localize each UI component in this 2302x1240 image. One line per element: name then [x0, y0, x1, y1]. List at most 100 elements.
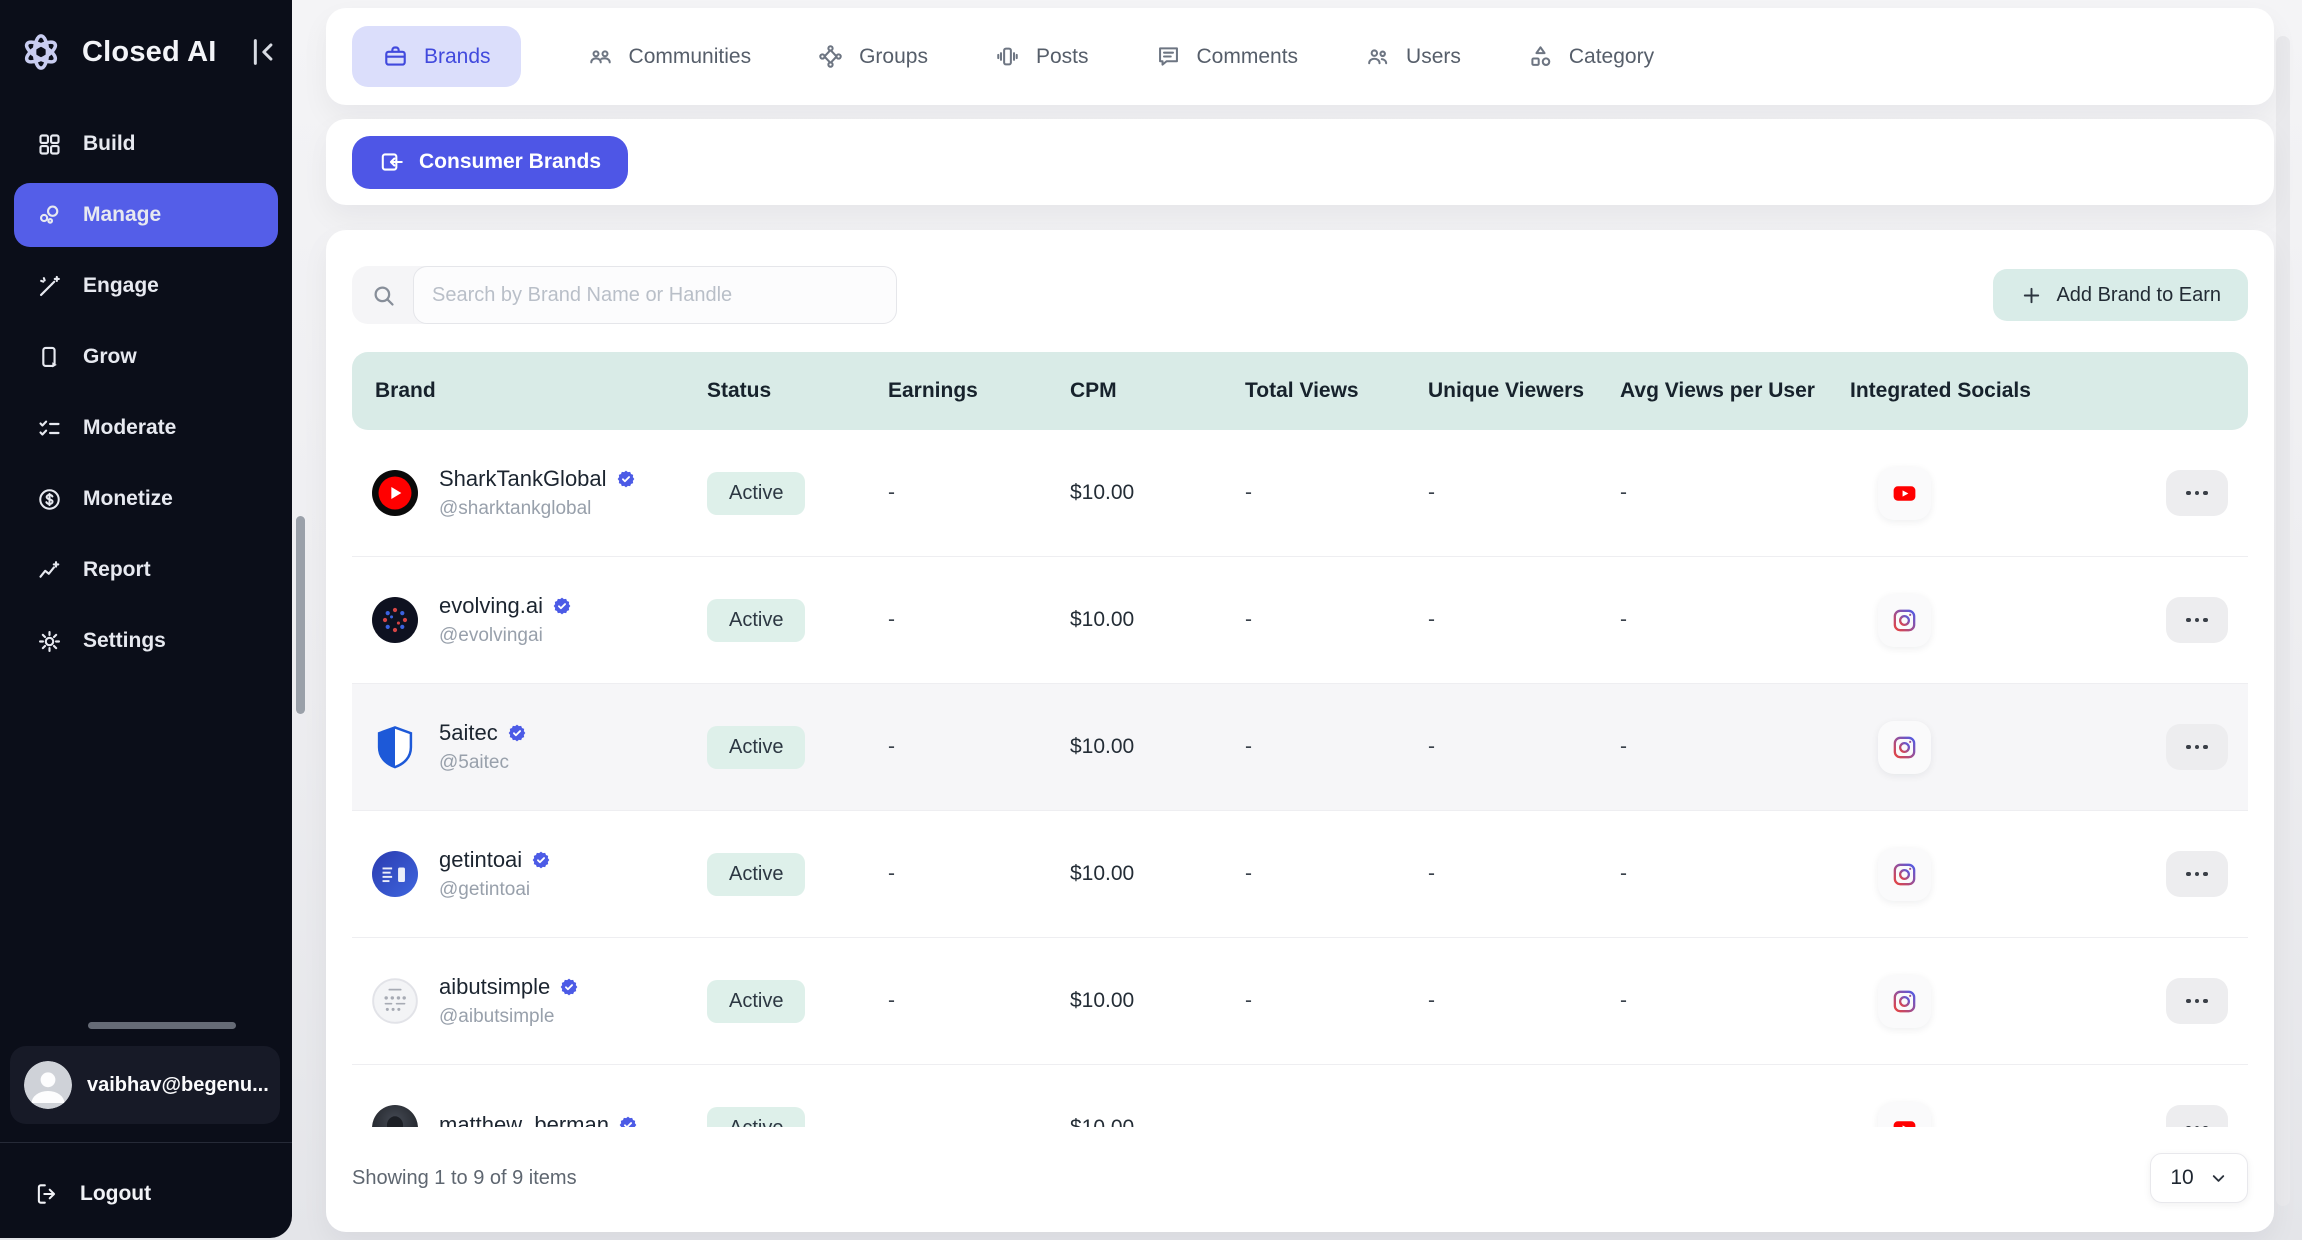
brand-name: SharkTankGlobal	[439, 466, 607, 492]
sidebar-item-build[interactable]: Build	[14, 112, 278, 176]
row-more-button[interactable]	[2166, 978, 2228, 1024]
brand-avatar-evolvingai	[372, 597, 418, 643]
tab-groups[interactable]: Groups	[817, 43, 928, 70]
briefcase-icon	[382, 43, 409, 70]
wand-icon	[36, 273, 63, 300]
total-views-value: -	[1245, 481, 1428, 505]
tab-posts[interactable]: Posts	[994, 43, 1089, 70]
brand-name: matthew_berman	[439, 1112, 609, 1127]
instagram-icon	[1878, 975, 1931, 1028]
table-header: Brand Status Earnings CPM Total Views Un…	[352, 352, 2248, 430]
entity-tabs-card: Brands Communities Groups Posts	[326, 8, 2274, 105]
logout-button[interactable]: Logout	[18, 1166, 167, 1222]
table-row[interactable]: matthew_berman Active - $10.00 - - -	[352, 1065, 2248, 1127]
instagram-icon	[1878, 848, 1931, 901]
row-more-button[interactable]	[2166, 724, 2228, 770]
sidebar-item-moderate[interactable]: Moderate	[14, 396, 278, 460]
cpm-value: $10.00	[1070, 481, 1245, 505]
instagram-icon	[1878, 594, 1931, 647]
verified-badge-icon	[559, 977, 579, 997]
checklist-icon	[36, 415, 63, 442]
avg-views-value: -	[1620, 481, 1850, 505]
row-more-button[interactable]	[2166, 851, 2228, 897]
table-row[interactable]: SharkTankGlobal @sharktankglobal Active …	[352, 430, 2248, 557]
sidebar: Closed AI Build Manage Engage	[0, 0, 292, 1238]
status-badge: Active	[707, 1107, 805, 1128]
status-badge: Active	[707, 726, 805, 769]
sidebar-item-monetize[interactable]: Monetize	[14, 467, 278, 531]
brand-handle: @aibutsimple	[439, 1006, 579, 1028]
tab-users[interactable]: Users	[1364, 43, 1461, 70]
tab-communities[interactable]: Communities	[587, 43, 752, 70]
sidebar-divider	[0, 1142, 292, 1143]
table-row[interactable]: 5aitec @5aitec Active - $10.00 - - -	[352, 684, 2248, 811]
verified-badge-icon	[507, 723, 527, 743]
sidebar-item-manage[interactable]: Manage	[14, 183, 278, 247]
add-brand-button[interactable]: Add Brand to Earn	[1993, 269, 2248, 321]
page-scrollbar-track[interactable]	[2276, 36, 2290, 1206]
verified-badge-icon	[531, 850, 551, 870]
shapes-icon	[1527, 43, 1554, 70]
earnings-value: -	[888, 481, 1070, 505]
chevron-down-icon	[2209, 1169, 2228, 1188]
col-header-status: Status	[707, 379, 888, 403]
app-title: Closed AI	[82, 36, 216, 69]
brand-name: aibutsimple	[439, 974, 550, 1000]
col-header-earnings: Earnings	[888, 379, 1070, 403]
instagram-icon	[1878, 721, 1931, 774]
row-more-button[interactable]	[2166, 1105, 2228, 1127]
comment-icon	[1155, 43, 1182, 70]
trend-icon	[36, 557, 63, 584]
brand-handle: @evolvingai	[439, 625, 572, 647]
user-email: vaibhav@begenu...	[87, 1074, 269, 1097]
page-size-select[interactable]: 10	[2150, 1153, 2248, 1203]
phone-vibrate-icon	[994, 43, 1021, 70]
verified-badge-icon	[616, 469, 636, 489]
row-more-button[interactable]	[2166, 470, 2228, 516]
dollar-icon	[36, 486, 63, 513]
brand-handle: @5aitec	[439, 752, 527, 774]
table-row[interactable]: aibutsimple @aibutsimple Active - $10.00…	[352, 938, 2248, 1065]
user-account-card[interactable]: vaibhav@begenu...	[10, 1046, 280, 1124]
brand-handle: @sharktankglobal	[439, 498, 636, 520]
tab-comments[interactable]: Comments	[1155, 43, 1299, 70]
panel-arrow-left-icon	[379, 149, 405, 175]
sidebar-collapse-icon[interactable]	[244, 35, 278, 69]
status-badge: Active	[707, 599, 805, 642]
logout-icon	[34, 1181, 60, 1207]
youtube-icon	[1878, 1102, 1931, 1128]
search-bar	[352, 266, 897, 324]
phone-play-icon	[36, 344, 63, 371]
table-row[interactable]: getintoai @getintoai Active - $10.00 - -…	[352, 811, 2248, 938]
consumer-brands-button[interactable]: Consumer Brands	[352, 136, 628, 189]
brand-avatar-getintoai	[372, 851, 418, 897]
row-more-button[interactable]	[2166, 597, 2228, 643]
filter-card: Consumer Brands	[326, 119, 2274, 205]
sidebar-item-report[interactable]: Report	[14, 538, 278, 602]
brand-avatar-youtube	[372, 470, 418, 516]
table-row[interactable]: evolving.ai @evolvingai Active - $10.00 …	[352, 557, 2248, 684]
sidebar-item-engage[interactable]: Engage	[14, 254, 278, 318]
youtube-icon	[1878, 467, 1931, 520]
diamond-nodes-icon	[817, 43, 844, 70]
tab-brands[interactable]: Brands	[352, 26, 521, 87]
search-input[interactable]	[413, 266, 897, 324]
brand-avatar-aibutsimple	[372, 978, 418, 1024]
status-badge: Active	[707, 853, 805, 896]
table-body: SharkTankGlobal @sharktankglobal Active …	[352, 430, 2248, 1127]
plus-icon	[2020, 284, 2043, 307]
sidebar-drag-handle[interactable]	[88, 1022, 236, 1029]
brands-table-card: Add Brand to Earn Brand Status Earnings …	[326, 230, 2274, 1232]
users-icon	[1364, 43, 1391, 70]
tab-category[interactable]: Category	[1527, 43, 1654, 70]
user-avatar	[24, 1061, 72, 1109]
col-header-socials: Integrated Socials	[1850, 379, 2098, 403]
search-icon	[370, 282, 397, 309]
gear-icon	[36, 628, 63, 655]
sidebar-item-grow[interactable]: Grow	[14, 325, 278, 389]
sidebar-nav: Build Manage Engage Grow	[14, 112, 278, 680]
brand-name: getintoai	[439, 847, 522, 873]
sidebar-item-settings[interactable]: Settings	[14, 609, 278, 673]
people-group-icon	[587, 43, 614, 70]
sidebar-scrollbar-thumb[interactable]	[296, 516, 305, 714]
